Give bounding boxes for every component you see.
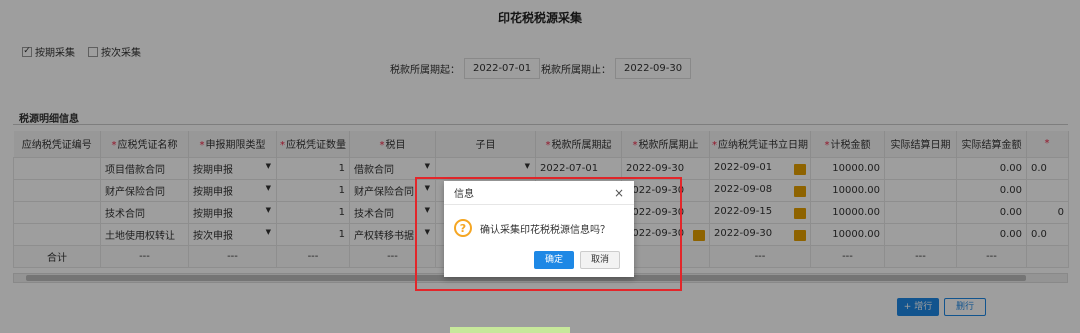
bottom-indicator xyxy=(450,327,570,333)
dialog-body: ? 确认采集印花税税源信息吗？ xyxy=(444,205,634,237)
question-icon: ? xyxy=(454,219,472,237)
cancel-button[interactable]: 取消 xyxy=(580,251,620,269)
dialog-title: 信息 xyxy=(454,189,474,200)
dialog-buttons: 确定 取消 xyxy=(534,251,620,269)
confirm-button[interactable]: 确定 xyxy=(534,251,574,269)
dialog-message: 确认采集印花税税源信息吗？ xyxy=(480,224,610,236)
dialog-header: 信息 × xyxy=(444,181,634,205)
close-icon[interactable]: × xyxy=(614,186,624,200)
confirm-dialog: 信息 × ? 确认采集印花税税源信息吗？ 确定 取消 xyxy=(444,181,634,277)
